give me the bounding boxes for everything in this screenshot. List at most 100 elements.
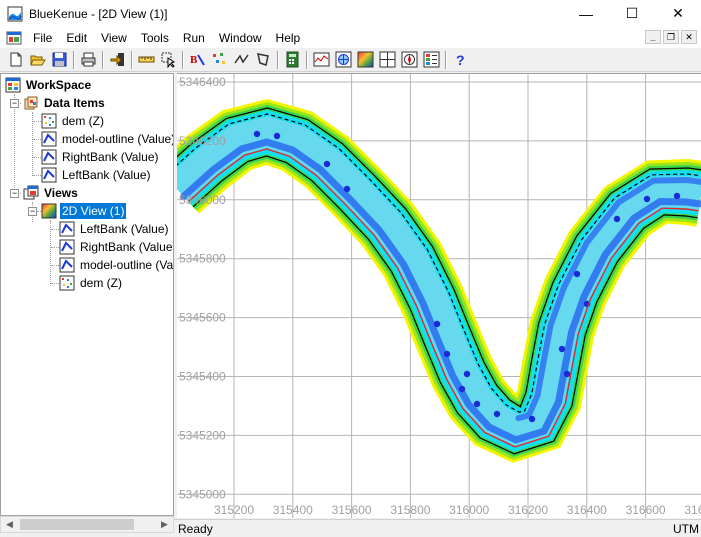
pointer-select-button[interactable] (157, 50, 179, 70)
scatter-button[interactable] (208, 50, 230, 70)
deep-pool (273, 132, 281, 140)
mdi-minimize-button[interactable]: _ (645, 30, 661, 44)
x-axis-tick-label: 315800 (390, 503, 430, 517)
x-axis-tick-label: 315200 (214, 503, 254, 517)
menu-bar: File Edit View Tools Run Window Help _ ❐… (0, 27, 701, 48)
mdi-child-icon[interactable] (6, 30, 22, 46)
deep-pool (443, 350, 451, 358)
scroll-right-arrow-icon[interactable]: ▶ (156, 517, 173, 532)
view-layer-dem[interactable]: dem (Z) (59, 274, 124, 292)
tree-node-views[interactable]: Views (23, 184, 80, 202)
tree-item-model-outline[interactable]: model-outline (Value) (41, 130, 173, 148)
help-button[interactable]: ? (449, 50, 471, 70)
menu-edit[interactable]: Edit (59, 31, 94, 45)
line-set-icon (41, 167, 57, 183)
calculator-button[interactable] (281, 50, 303, 70)
tree-node-2d-view[interactable]: 2D View (1) (41, 202, 127, 220)
tree-line (33, 121, 41, 122)
compass-icon (401, 51, 417, 68)
tree-item-right-bank[interactable]: RightBank (Value) (41, 148, 161, 166)
globe-icon (335, 51, 351, 68)
open-button[interactable] (26, 50, 48, 70)
line-set-icon (59, 221, 75, 237)
workspace-tree[interactable]: WorkSpace − Data Items dem (Z) model-out… (0, 73, 174, 516)
save-button[interactable] (48, 50, 70, 70)
view-layer-model-outline[interactable]: model-outline (Value) (59, 256, 174, 274)
close-button[interactable]: ✕ (655, 0, 701, 27)
polygon-tool-button[interactable] (252, 50, 274, 70)
colormap-button[interactable] (354, 50, 376, 70)
menu-file[interactable]: File (26, 31, 59, 45)
tree-line (51, 265, 59, 266)
menu-tools[interactable]: Tools (134, 31, 176, 45)
import-button[interactable] (106, 50, 128, 70)
minimize-button[interactable]: — (563, 0, 609, 27)
y-axis-tick-label: 5346000 (179, 193, 226, 207)
time-series-button[interactable] (310, 50, 332, 70)
new-button[interactable] (4, 50, 26, 70)
workspace-icon (5, 77, 21, 93)
open-icon (29, 55, 46, 66)
deep-pool (433, 320, 441, 328)
view-layer-label: model-outline (Value) (80, 258, 174, 272)
print-button[interactable] (77, 50, 99, 70)
menu-help[interactable]: Help (269, 31, 308, 45)
ruler-button[interactable] (135, 50, 157, 70)
tree-line (51, 247, 59, 248)
menu-run[interactable]: Run (176, 31, 212, 45)
line-set-icon (59, 257, 75, 273)
line-tool-button[interactable] (230, 50, 252, 70)
workspace-label: WorkSpace (26, 78, 92, 92)
tree-horizontal-scrollbar[interactable]: ◀ ▶ (0, 516, 174, 533)
x-axis-tick-label: 316200 (508, 503, 548, 517)
y-axis-tick-label: 5345800 (179, 252, 226, 266)
toolbar-separator (306, 50, 307, 69)
collapse-views-toggle[interactable]: − (10, 189, 19, 198)
tree-node-data-items[interactable]: Data Items (23, 94, 107, 112)
data-items-label: Data Items (44, 96, 105, 110)
collapse-view-toggle[interactable]: − (28, 207, 37, 216)
compass-button[interactable] (398, 50, 420, 70)
svg-text:B: B (190, 54, 198, 66)
tree-line (51, 283, 59, 284)
menu-view[interactable]: View (94, 31, 134, 45)
data-items-folder-icon (23, 95, 39, 111)
bk-button[interactable]: B (186, 50, 208, 70)
plot-svg: 5346400 5346200 5346000 5345800 5345600 53454… (177, 74, 701, 518)
view-layer-left-bank[interactable]: LeftBank (Value) (59, 220, 171, 238)
mdi-close-button[interactable]: ✕ (681, 30, 697, 44)
bluekenue-app-icon (7, 6, 23, 22)
time-series-icon (313, 52, 329, 67)
y-axis-tick-label: 5345600 (179, 311, 226, 325)
x-axis-tick-label: 315400 (273, 503, 313, 517)
tree-item-label: RightBank (Value) (62, 150, 159, 164)
tree-item-left-bank[interactable]: LeftBank (Value) (41, 166, 153, 184)
line-set-icon (59, 239, 75, 255)
tree-item-dem[interactable]: dem (Z) (41, 112, 106, 130)
toolbar-separator (73, 50, 74, 69)
collapse-data-items-toggle[interactable]: − (10, 99, 19, 108)
globe-button[interactable] (332, 50, 354, 70)
tree-node-workspace[interactable]: WorkSpace (5, 76, 93, 94)
mdi-restore-button[interactable]: ❐ (663, 30, 679, 44)
colormap-icon (357, 51, 373, 68)
scroll-left-arrow-icon[interactable]: ◀ (1, 517, 18, 532)
views-label: Views (44, 186, 78, 200)
deep-pool (343, 185, 351, 193)
tree-item-label: dem (Z) (62, 114, 104, 128)
grid-button[interactable] (376, 50, 398, 70)
toolbar-separator (102, 50, 103, 69)
polygon-tool-icon (256, 53, 269, 66)
2d-view-canvas[interactable]: 5346400 5346200 5346000 5345800 5345600 53454… (177, 73, 701, 518)
save-icon (52, 52, 66, 67)
deep-pool (463, 370, 471, 378)
x-axis-tick-label: 316600 (626, 503, 666, 517)
scroll-thumb[interactable] (20, 519, 134, 530)
toolbar: B? (0, 48, 701, 72)
line-tool-icon (233, 54, 249, 64)
menu-window[interactable]: Window (212, 31, 269, 45)
view-layer-right-bank[interactable]: RightBank (Value) (59, 238, 173, 256)
maximize-button[interactable]: ☐ (609, 0, 655, 27)
legend-button[interactable] (420, 50, 442, 70)
toolbar-separator (182, 50, 183, 69)
